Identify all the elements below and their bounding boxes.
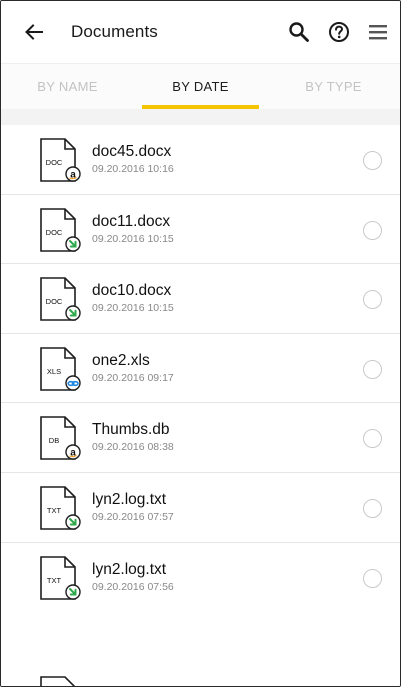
document-file-icon: TXT — [40, 486, 81, 530]
tab-by-type[interactable]: BY TYPE — [267, 64, 400, 109]
svg-text:TXT: TXT — [47, 576, 62, 585]
help-button[interactable] — [327, 20, 351, 44]
tab-by-date[interactable]: BY DATE — [134, 64, 267, 109]
select-radio[interactable] — [363, 220, 382, 240]
select-radio[interactable] — [363, 429, 382, 449]
search-button[interactable] — [287, 20, 311, 44]
file-row[interactable]: TXT lyn2.log.txt 09.20.2016 07:56 — [1, 542, 400, 613]
document-file-icon: XLS — [40, 346, 81, 391]
green-arrow-icon — [65, 583, 81, 600]
select-radio[interactable] — [363, 568, 382, 588]
file-row[interactable]: DOC doc10.docx 09.20.2016 10:15 — [1, 264, 400, 334]
tab-by-name[interactable]: BY NAME — [1, 64, 134, 109]
svg-text:DOC: DOC — [46, 297, 63, 306]
file-name: doc45.docx — [92, 143, 172, 160]
file-name: lyn2.log.txt — [92, 560, 167, 578]
file-name: Thumbs.db — [92, 421, 170, 439]
app-bar: Documents — [1, 1, 400, 63]
file-row[interactable]: DB a Thumbs.db 09.20.2016 08:38 — [1, 403, 400, 473]
sort-tabs: BY NAME BY DATE BY TYPE — [1, 63, 400, 109]
file-date: 09.20.2016 09:17 — [92, 371, 174, 384]
file-name: doc10.docx — [92, 282, 172, 300]
tab-label: BY NAME — [37, 79, 98, 94]
amazon-icon: a — [65, 444, 81, 461]
file-row[interactable]: TXT lyn2.log.txt 09.20.2016 07:57 — [1, 472, 400, 543]
file-name: lyn2.log.txt — [92, 490, 167, 508]
file-date: 09.20.2016 10:15 — [92, 302, 174, 315]
file-row[interactable]: DOC a doc45.docx 09.20.2016 10:16 — [1, 125, 400, 195]
svg-text:XLS: XLS — [47, 367, 61, 376]
file-date: 09.20.2016 07:56 — [92, 580, 174, 593]
select-radio[interactable] — [363, 498, 382, 518]
file-row[interactable]: XLS one2.xls 09.20.2016 09:17 — [1, 333, 400, 404]
svg-text:DB: DB — [49, 436, 59, 445]
partial-list-item — [1, 661, 400, 686]
search-icon — [289, 22, 309, 42]
file-name: one2.xls — [92, 351, 150, 369]
blue-link-icon — [65, 375, 81, 391]
green-arrow-icon — [65, 235, 81, 252]
page-title: Documents — [71, 22, 158, 41]
file-date: 09.20.2016 10:16 — [92, 163, 174, 175]
file-row[interactable]: DOC doc11.docx 09.20.2016 10:15 — [1, 194, 400, 265]
tab-label: BY TYPE — [305, 79, 362, 94]
file-name: doc11.docx — [92, 212, 171, 230]
overflow-menu-button[interactable] — [366, 20, 390, 44]
arrow-left-icon — [25, 24, 43, 40]
document-file-icon: DOCa — [40, 138, 81, 182]
file-icon — [40, 676, 76, 686]
document-file-icon: DB a — [40, 416, 81, 461]
svg-text:DOC: DOC — [46, 228, 63, 237]
help-icon — [329, 22, 349, 42]
tab-label: BY DATE — [172, 79, 229, 94]
document-file-icon: TXT — [40, 555, 81, 600]
file-date: 09.20.2016 10:15 — [92, 232, 174, 245]
file-date: 09.20.2016 08:38 — [92, 441, 174, 454]
document-file-icon: DOC — [40, 277, 81, 321]
select-radio[interactable] — [363, 290, 382, 310]
list-spacer — [1, 109, 400, 125]
document-file-icon: DOC — [40, 207, 81, 252]
svg-text:DOC: DOC — [46, 158, 63, 167]
file-date: 09.20.2016 07:57 — [92, 510, 174, 523]
svg-text:TXT: TXT — [47, 506, 62, 515]
back-button[interactable] — [21, 19, 47, 45]
green-arrow-icon — [65, 514, 81, 530]
file-list: DOC a doc45.docx 09.20.2016 10:16 DOC doc11.d… — [1, 125, 400, 613]
amazon-icon: a — [65, 166, 81, 182]
app-window: Documents BY NAME BY DATE BY TYPE DOC a … — [0, 0, 401, 687]
menu-icon — [369, 25, 387, 40]
select-radio[interactable] — [363, 151, 382, 170]
select-radio[interactable] — [363, 359, 382, 379]
green-arrow-icon — [65, 305, 81, 321]
